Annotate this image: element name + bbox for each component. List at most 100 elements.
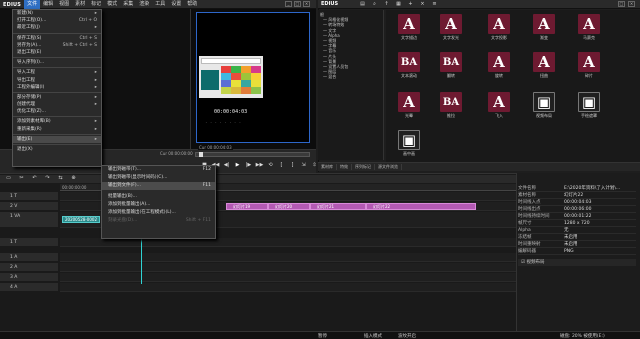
menu-item-close-project[interactable]: 退出工程(E) bbox=[13, 49, 101, 56]
view-icon[interactable]: ▦ bbox=[394, 1, 403, 8]
bin-restore-icon[interactable]: □ bbox=[618, 1, 625, 7]
scrub-handle[interactable] bbox=[199, 152, 203, 157]
snap-icon[interactable]: ⊕ bbox=[69, 175, 78, 182]
timeline-clip[interactable]: 幻灯片19 bbox=[226, 203, 268, 210]
undo-icon[interactable]: ↶ bbox=[30, 175, 39, 182]
menu-item-export-project[interactable]: 导出工程 ▸ bbox=[13, 77, 101, 84]
submenu-item-add-batch-project[interactable]: 添加到批量输出(在工程模式)(L)... bbox=[102, 209, 215, 217]
menu-item-import-project[interactable]: 导入工程 ▸ bbox=[13, 69, 101, 76]
out-point-icon[interactable]: ] bbox=[288, 162, 297, 169]
menu-item-recent[interactable]: 最近工程(J) ▸ bbox=[13, 24, 101, 31]
track-lane[interactable] bbox=[60, 273, 516, 282]
menu-item-save[interactable]: 保存工程(S) Ctrl + S bbox=[13, 35, 101, 42]
track-lane[interactable] bbox=[60, 283, 516, 292]
menu-clip[interactable]: 素材 bbox=[72, 0, 88, 9]
tree-node[interactable]: 一 混合 bbox=[320, 74, 381, 79]
menu-edit[interactable]: 编辑 bbox=[40, 0, 56, 9]
effect-tile[interactable]: A 文字投影 bbox=[486, 14, 512, 42]
submenu-item-to-tape-tc[interactable]: 输出到磁带(显示时间码)(C)... bbox=[102, 174, 215, 182]
submenu-item-add-batch[interactable]: 添加到批量输出(A)... bbox=[102, 201, 215, 209]
menu-item-recapture[interactable]: 重新采集(R) ▸ bbox=[13, 126, 101, 133]
play-icon[interactable]: ▶ bbox=[233, 162, 242, 169]
track-lane[interactable] bbox=[60, 263, 516, 272]
timeline-clip[interactable]: 幻灯片21 bbox=[310, 203, 366, 210]
menu-item-save-as[interactable]: 另存为(A)... Shift + Ctrl + S bbox=[13, 42, 101, 49]
menu-item-open[interactable]: 打开工程(O)... Ctrl + O bbox=[13, 17, 101, 24]
menu-item-new[interactable]: 新建(N) ▸ bbox=[13, 10, 101, 17]
in-point-icon[interactable]: [ bbox=[277, 162, 286, 169]
insert-icon[interactable]: ⇲ bbox=[299, 162, 308, 169]
tab-browser[interactable]: 源文件浏览 bbox=[375, 164, 402, 170]
bin-close-icon[interactable]: × bbox=[628, 1, 635, 7]
maximize-icon[interactable]: □ bbox=[294, 1, 301, 7]
menu-settings[interactable]: 设置 bbox=[168, 0, 184, 9]
track-header[interactable]: 3 A bbox=[0, 273, 58, 282]
effect-tile[interactable]: A 碎片 bbox=[576, 52, 602, 80]
search-icon[interactable]: ⌕ bbox=[370, 1, 379, 8]
menu-item-exit[interactable]: 退出(X) bbox=[13, 146, 101, 153]
menu-item-add-to-bin[interactable]: 添加到素材库(B) ▸ bbox=[13, 118, 101, 125]
submenu-item-to-file[interactable]: 输出到文件(F)... F11 bbox=[102, 182, 215, 190]
effect-tile[interactable]: A 渐变 bbox=[531, 14, 557, 42]
effect-tile[interactable]: ▣ 画中画 bbox=[396, 130, 422, 158]
track-lane[interactable] bbox=[60, 238, 516, 247]
effect-tile[interactable]: A 飞入 bbox=[486, 92, 512, 120]
redo-icon[interactable]: ↷ bbox=[43, 175, 52, 182]
track-header[interactable]: 1 A bbox=[0, 253, 58, 262]
menu-help[interactable]: 帮助 bbox=[184, 0, 200, 9]
cut-icon[interactable]: ✂ bbox=[17, 175, 26, 182]
timeline-clip[interactable]: 幻灯片20 bbox=[268, 203, 310, 210]
menu-item-partial-save[interactable]: 部分存储(P) ▸ bbox=[13, 94, 101, 101]
menu-item-import-sequence[interactable]: 导入序列(I)... bbox=[13, 59, 101, 66]
add-icon[interactable]: + bbox=[406, 1, 415, 8]
tab-effects[interactable]: 特效 bbox=[337, 164, 352, 170]
effect-tile[interactable]: BA 翻转 bbox=[438, 52, 464, 80]
effect-tile[interactable]: A 文字描边 bbox=[396, 14, 422, 42]
effect-tile[interactable]: BA 推拉 bbox=[438, 92, 464, 120]
submenu-item-burn-disc[interactable]: 刻录光盘(D)... Shift + F11 bbox=[102, 217, 215, 225]
menu-mode[interactable]: 模式 bbox=[104, 0, 120, 9]
step-back-icon[interactable]: ◀| bbox=[222, 162, 231, 169]
effect-tile[interactable]: A 旋转 bbox=[486, 52, 512, 80]
track-header[interactable]: 2 A bbox=[0, 263, 58, 272]
effect-tile[interactable]: BA 文本滚动 bbox=[396, 52, 422, 80]
track-lane[interactable] bbox=[60, 253, 516, 262]
track-header[interactable]: 1 T bbox=[0, 238, 58, 247]
delete-icon[interactable]: × bbox=[418, 1, 427, 8]
scrub-bar[interactable] bbox=[195, 152, 310, 157]
sequence-icon[interactable]: ▭ bbox=[4, 175, 13, 182]
menu-item-export[interactable]: 输出(E) ▸ bbox=[13, 135, 101, 143]
submenu-item-batch[interactable]: 批量输出(B)... bbox=[102, 193, 215, 201]
tab-bin[interactable]: 素材库 bbox=[318, 164, 337, 170]
effect-tile[interactable]: A 马赛克 bbox=[576, 14, 602, 42]
menu-item-external-edit[interactable]: 工程外编辑(I) ▸ bbox=[13, 84, 101, 91]
track-header[interactable]: 2 V bbox=[0, 202, 58, 211]
effect-section[interactable]: ☑ 视频布局 bbox=[518, 259, 636, 266]
close-icon[interactable]: × bbox=[303, 1, 310, 7]
submenu-item-to-tape[interactable]: 输出到磁带(T)... F12 bbox=[102, 166, 215, 174]
menu-item-create-proxy[interactable]: 创建代理 ▸ bbox=[13, 101, 101, 108]
menu-file[interactable]: 文件 bbox=[24, 0, 41, 9]
menu-capture[interactable]: 采集 bbox=[120, 0, 136, 9]
track-header[interactable]: 1 VA bbox=[0, 212, 58, 228]
menu-view[interactable]: 视图 bbox=[56, 0, 72, 9]
menu-render[interactable]: 渲染 bbox=[136, 0, 152, 9]
ripple-icon[interactable]: ⇆ bbox=[56, 175, 65, 182]
timeline-clip[interactable]: 幻灯片22 bbox=[366, 203, 476, 210]
folder-icon[interactable]: ▤ bbox=[358, 1, 367, 8]
step-forward-icon[interactable]: |▶ bbox=[244, 162, 253, 169]
menu-item-optimize[interactable]: 优化工程(Z)... bbox=[13, 108, 101, 115]
tab-markers[interactable]: 序列标记 bbox=[352, 164, 375, 170]
loop-icon[interactable]: ⟲ bbox=[266, 162, 275, 169]
timeline-clip[interactable]: 20200528-0002 bbox=[62, 216, 100, 223]
menu-tools[interactable]: 工具 bbox=[152, 0, 168, 9]
effect-tile[interactable]: A 文字发光 bbox=[438, 14, 464, 42]
menu-marker[interactable]: 标记 bbox=[88, 0, 104, 9]
up-icon[interactable]: ↑ bbox=[382, 1, 391, 8]
properties-icon[interactable]: ≡ bbox=[430, 1, 439, 8]
effect-tile[interactable]: A 扭曲 bbox=[531, 52, 557, 80]
fast-forward-icon[interactable]: ▶▶ bbox=[255, 162, 264, 169]
effect-tile[interactable]: ▣ 视频布局 bbox=[531, 92, 557, 120]
track-header[interactable]: 4 A bbox=[0, 283, 58, 292]
minimize-icon[interactable]: _ bbox=[285, 1, 292, 7]
